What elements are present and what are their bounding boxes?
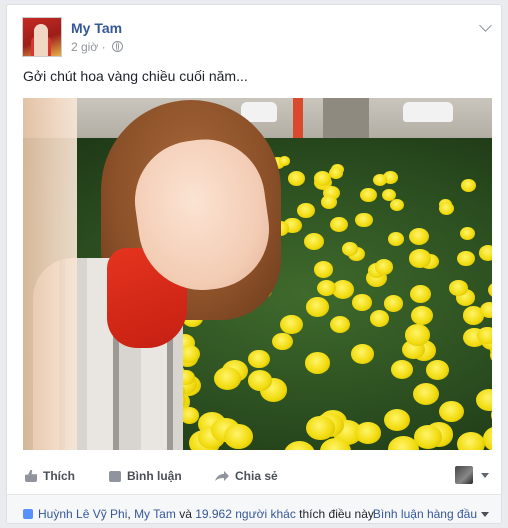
photo-flower	[410, 306, 433, 325]
photo-flower	[304, 352, 331, 374]
photo-flower	[321, 194, 337, 209]
photo-flower	[409, 249, 431, 268]
friend-link[interactable]: My Tam	[134, 507, 176, 521]
globe-icon	[111, 41, 123, 52]
photo-flower	[413, 382, 440, 405]
comment-button[interactable]: Bình luận	[109, 469, 182, 483]
photo-flower	[389, 198, 405, 211]
photo-flower	[288, 171, 306, 186]
likes-and: và	[175, 507, 196, 521]
photo-flower	[384, 408, 411, 431]
photo-flower	[456, 432, 485, 450]
photo-flower	[438, 400, 464, 423]
photo-person	[23, 98, 283, 450]
photo-flower	[352, 294, 372, 311]
like-label: Thích	[43, 469, 75, 483]
comment-sort-label: Bình luận hàng đầu	[372, 507, 477, 521]
avatar-figure-face	[34, 24, 48, 56]
photo-flower	[313, 170, 332, 186]
photo-flower	[350, 343, 374, 364]
author-avatar[interactable]	[22, 17, 62, 57]
post-photo[interactable]	[23, 98, 492, 450]
photo-flower	[461, 179, 476, 192]
photo-flower	[459, 227, 475, 240]
photo-flower	[387, 232, 405, 246]
caret-down-icon	[481, 512, 489, 517]
photo-flower	[372, 173, 387, 187]
thumbs-up-icon	[25, 470, 37, 482]
photo-car	[403, 102, 453, 122]
post-action-bar: Thích Bình luận Chia sẻ	[23, 466, 493, 488]
photo-flower	[329, 316, 351, 334]
post-text: Gởi chút hoa vàng chiều cuối năm...	[23, 68, 248, 84]
photo-flower	[475, 388, 492, 411]
photo-flower	[384, 295, 404, 312]
post-timestamp[interactable]: 2 giờ	[71, 40, 98, 54]
photo-flower	[341, 242, 358, 256]
photo-flower	[313, 261, 334, 278]
photo-flower	[457, 251, 475, 267]
photo-flower	[329, 167, 343, 179]
photo-flower	[304, 233, 325, 251]
photo-flower	[283, 441, 316, 450]
comment-label: Bình luận	[127, 469, 182, 483]
photo-flower	[280, 314, 304, 335]
share-arrow-icon	[215, 471, 229, 481]
photo-flower	[425, 360, 450, 381]
author-name[interactable]: My Tam	[71, 20, 122, 36]
photo-flower	[478, 245, 492, 262]
like-button[interactable]: Thích	[25, 469, 75, 483]
likes-suffix: thích điều này.	[295, 507, 377, 521]
feed-post-card: My Tam 2 giờ · Gởi chút hoa vàng chiều c…	[6, 4, 502, 524]
photo-flower	[330, 216, 349, 233]
photo-flower	[391, 360, 414, 379]
viewer-avatar[interactable]	[455, 466, 473, 484]
photo-flower	[449, 280, 468, 296]
caret-down-icon[interactable]	[481, 473, 489, 478]
photo-flower	[360, 187, 378, 202]
photo-flower	[374, 259, 393, 275]
photo-flower	[306, 416, 335, 441]
photo-flower	[488, 281, 492, 298]
meta-separator: ·	[101, 40, 109, 54]
others-link[interactable]: 19.962 người khác	[195, 507, 296, 521]
share-label: Chia sẻ	[235, 469, 278, 483]
post-meta: 2 giờ ·	[71, 40, 123, 54]
comment-icon	[109, 471, 121, 482]
chevron-down-icon[interactable]	[479, 19, 492, 32]
photo-flower	[408, 228, 430, 246]
like-count-icon	[23, 509, 33, 519]
share-button[interactable]: Chia sẻ	[215, 469, 278, 483]
comment-sort-dropdown[interactable]: Bình luận hàng đầu	[373, 507, 489, 521]
photo-arm	[23, 98, 77, 450]
friend-link[interactable]: Huỳnh Lê Vỹ Phi	[38, 507, 127, 521]
photo-flower	[438, 201, 455, 215]
photo-flower	[410, 284, 432, 303]
post-header: My Tam 2 giờ ·	[22, 17, 492, 59]
photo-flower	[355, 212, 373, 228]
post-footer: Huỳnh Lê Vỹ Phi, My Tam và 19.962 người …	[7, 495, 501, 523]
likes-summary: Huỳnh Lê Vỹ Phi, My Tam và 19.962 người …	[23, 507, 376, 521]
photo-flower	[297, 203, 315, 218]
photo-flower	[306, 297, 329, 317]
photo-flower	[355, 422, 381, 444]
photo-flower	[369, 310, 390, 327]
